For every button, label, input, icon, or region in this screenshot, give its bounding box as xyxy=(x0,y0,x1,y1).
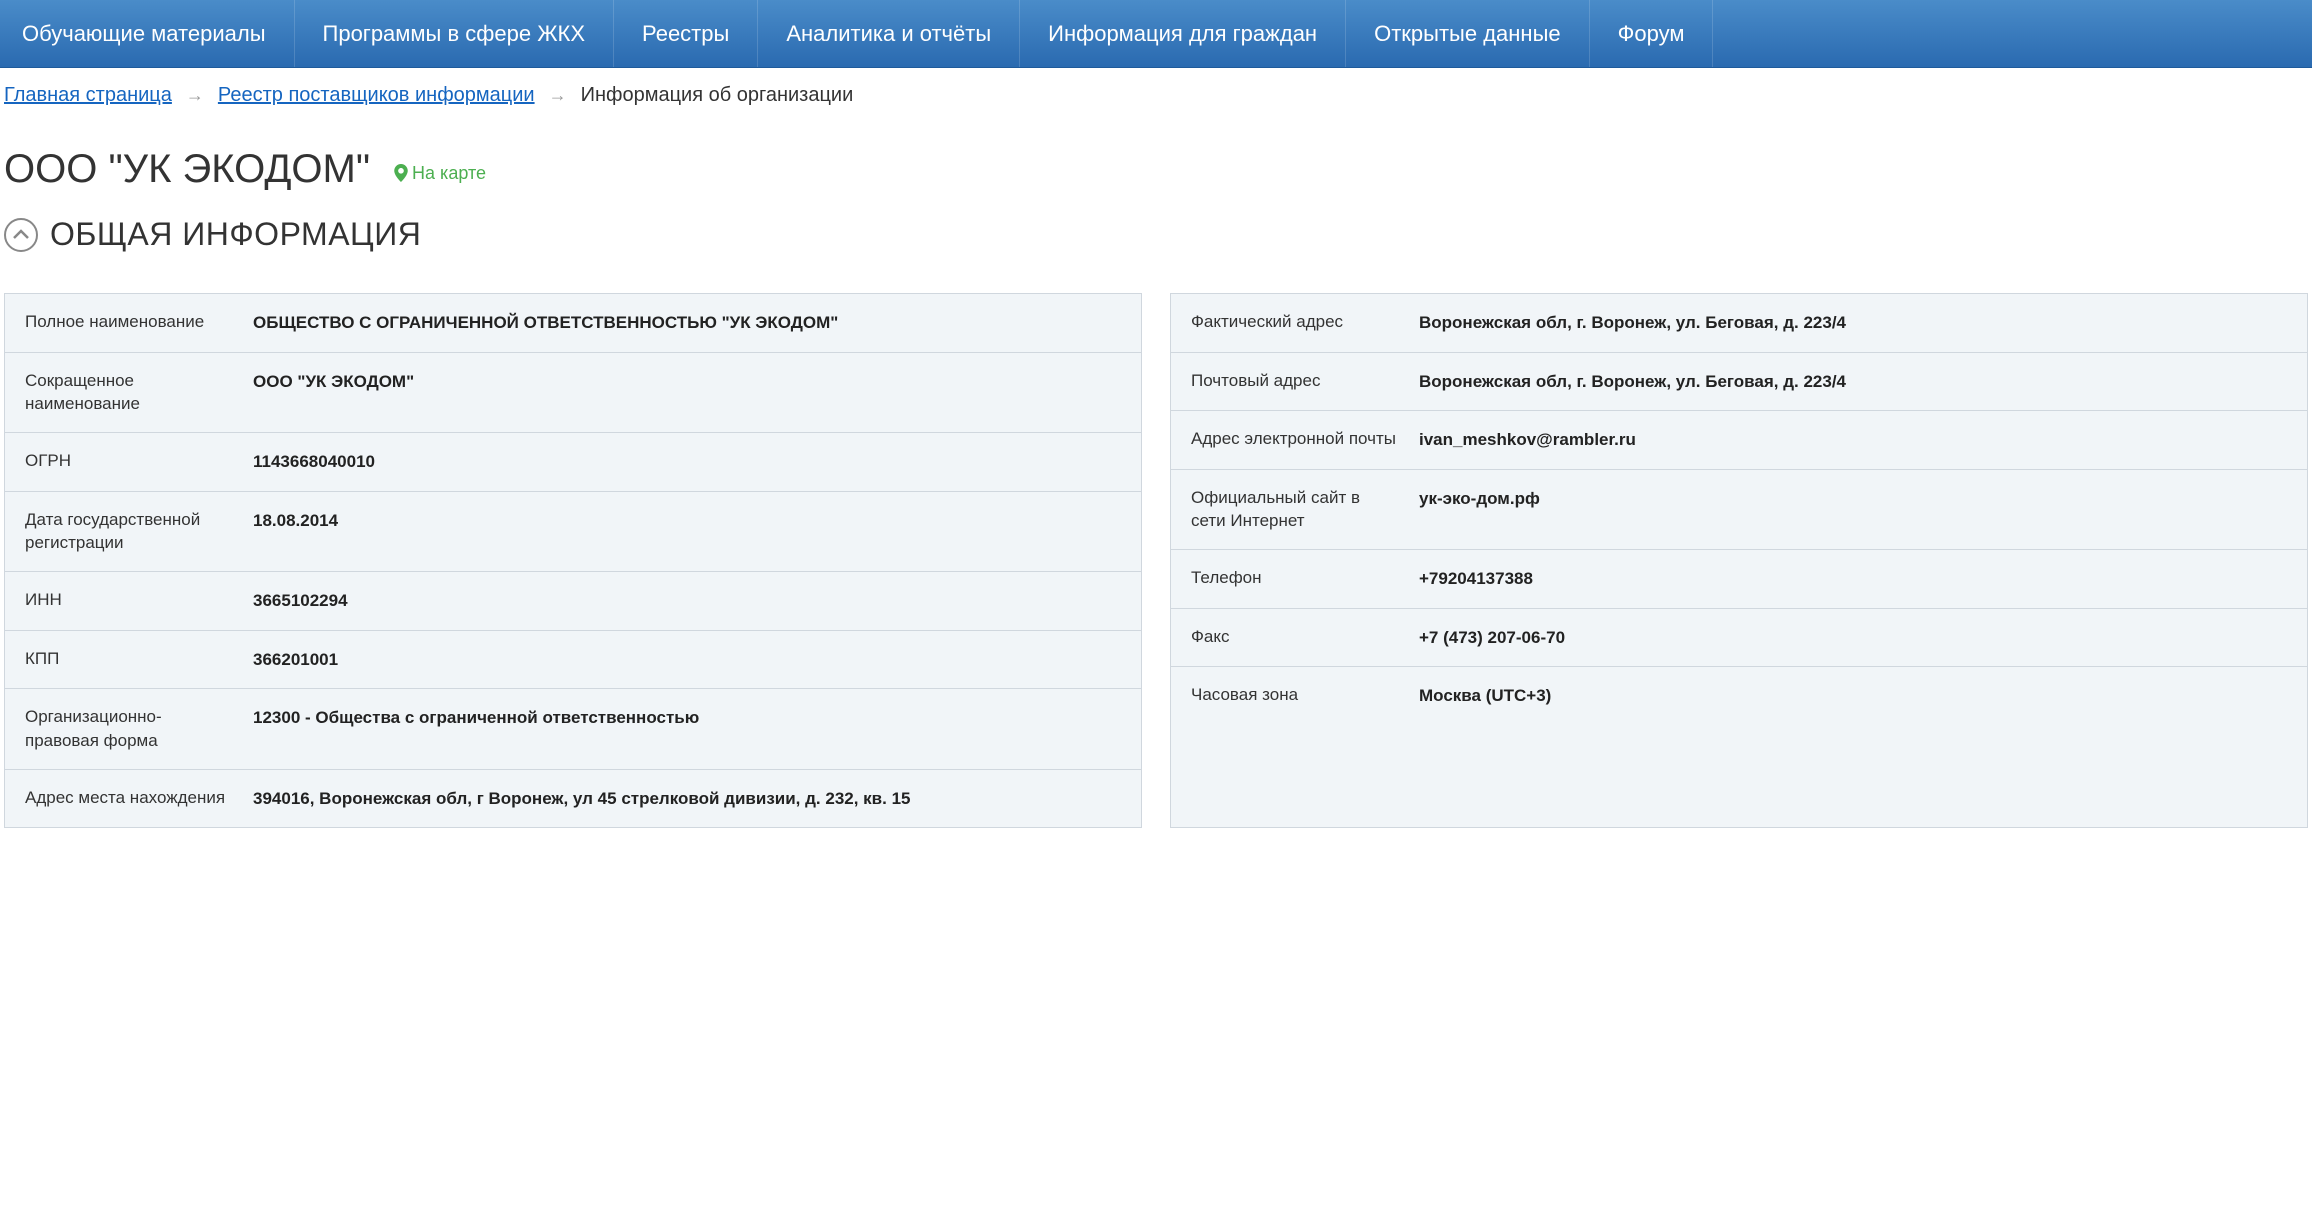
info-value: +79204137388 xyxy=(1419,550,2307,608)
info-row: Адрес места нахождения394016, Воронежска… xyxy=(5,770,1141,828)
info-row: Официальный сайт в сети Интернетук-эко-д… xyxy=(1171,470,2307,551)
info-label: ИНН xyxy=(5,572,253,630)
info-value: ivan_meshkov@rambler.ru xyxy=(1419,411,2307,469)
nav-item-materials[interactable]: Обучающие материалы xyxy=(0,0,295,67)
info-label: Официальный сайт в сети Интернет xyxy=(1171,470,1419,550)
info-value: 394016, Воронежская обл, г Воронеж, ул 4… xyxy=(253,770,1141,828)
map-link[interactable]: На карте xyxy=(394,163,486,184)
breadcrumb-arrow-icon: → xyxy=(549,85,567,106)
info-label: Часовая зона xyxy=(1171,667,1419,725)
info-label: Факс xyxy=(1171,609,1419,667)
breadcrumb-home[interactable]: Главная страница xyxy=(4,84,172,107)
info-grid: Полное наименованиеОБЩЕСТВО С ОГРАНИЧЕНН… xyxy=(0,253,2312,828)
info-value: ООО "УК ЭКОДОМ" xyxy=(253,353,1141,433)
info-label: КПП xyxy=(5,631,253,689)
info-label: Телефон xyxy=(1171,550,1419,608)
nav-item-registries[interactable]: Реестры xyxy=(614,0,758,67)
info-row: Телефон+79204137388 xyxy=(1171,550,2307,609)
info-row: Полное наименованиеОБЩЕСТВО С ОГРАНИЧЕНН… xyxy=(5,294,1141,353)
info-label: Фактический адрес xyxy=(1171,294,1419,352)
map-link-label: На карте xyxy=(412,163,486,184)
info-row: Почтовый адресВоронежская обл, г. Вороне… xyxy=(1171,353,2307,412)
info-row: Дата государственной регистрации18.08.20… xyxy=(5,492,1141,573)
nav-item-forum[interactable]: Форум xyxy=(1590,0,1714,67)
info-value: 3665102294 xyxy=(253,572,1141,630)
map-pin-icon xyxy=(394,164,408,182)
info-label: Сокращенное наименование xyxy=(5,353,253,433)
nav-item-programs[interactable]: Программы в сфере ЖКХ xyxy=(295,0,614,67)
info-table-left: Полное наименованиеОБЩЕСТВО С ОГРАНИЧЕНН… xyxy=(4,293,1142,828)
info-value: ук-эко-дом.рф xyxy=(1419,470,2307,550)
info-row: ИНН3665102294 xyxy=(5,572,1141,631)
info-row: ОГРН1143668040010 xyxy=(5,433,1141,492)
info-value: 366201001 xyxy=(253,631,1141,689)
info-row: Фактический адресВоронежская обл, г. Вор… xyxy=(1171,294,2307,353)
info-label: Адрес электронной почты xyxy=(1171,411,1419,469)
info-value: 18.08.2014 xyxy=(253,492,1141,572)
info-label: Дата государственной регистрации xyxy=(5,492,253,572)
info-value: 1143668040010 xyxy=(253,433,1141,491)
info-row: Организационно-правовая форма12300 - Общ… xyxy=(5,689,1141,770)
info-row: Адрес электронной почтыivan_meshkov@ramb… xyxy=(1171,411,2307,470)
breadcrumb-current: Информация об организации xyxy=(581,84,854,107)
info-row: Факс+7 (473) 207-06-70 xyxy=(1171,609,2307,668)
info-value: Воронежская обл, г. Воронеж, ул. Беговая… xyxy=(1419,353,2307,411)
section-title: ОБЩАЯ ИНФОРМАЦИЯ xyxy=(50,216,421,253)
top-nav: Обучающие материалы Программы в сфере ЖК… xyxy=(0,0,2312,68)
info-label: Почтовый адрес xyxy=(1171,353,1419,411)
chevron-up-icon xyxy=(12,229,30,241)
collapse-button[interactable] xyxy=(4,218,38,252)
info-value: Воронежская обл, г. Воронеж, ул. Беговая… xyxy=(1419,294,2307,352)
info-value: 12300 - Общества с ограниченной ответств… xyxy=(253,689,1141,769)
info-label: Организационно-правовая форма xyxy=(5,689,253,769)
info-value: ОБЩЕСТВО С ОГРАНИЧЕННОЙ ОТВЕТСТВЕННОСТЬЮ… xyxy=(253,294,1141,352)
info-row: КПП366201001 xyxy=(5,631,1141,690)
info-label: Адрес места нахождения xyxy=(5,770,253,828)
nav-item-opendata[interactable]: Открытые данные xyxy=(1346,0,1590,67)
info-value: Москва (UTC+3) xyxy=(1419,667,2307,725)
info-value: +7 (473) 207-06-70 xyxy=(1419,609,2307,667)
nav-item-analytics[interactable]: Аналитика и отчёты xyxy=(758,0,1020,67)
breadcrumb-arrow-icon: → xyxy=(186,85,204,106)
info-table-right: Фактический адресВоронежская обл, г. Вор… xyxy=(1170,293,2308,828)
info-row: Сокращенное наименованиеООО "УК ЭКОДОМ" xyxy=(5,353,1141,434)
breadcrumb: Главная страница → Реестр поставщиков ин… xyxy=(0,68,2312,107)
info-label: ОГРН xyxy=(5,433,253,491)
page-title: ООО "УК ЭКОДОМ" xyxy=(4,147,370,192)
info-label: Полное наименование xyxy=(5,294,253,352)
breadcrumb-registry[interactable]: Реестр поставщиков информации xyxy=(218,84,535,107)
nav-item-citizens[interactable]: Информация для граждан xyxy=(1020,0,1346,67)
info-row: Часовая зонаМосква (UTC+3) xyxy=(1171,667,2307,725)
